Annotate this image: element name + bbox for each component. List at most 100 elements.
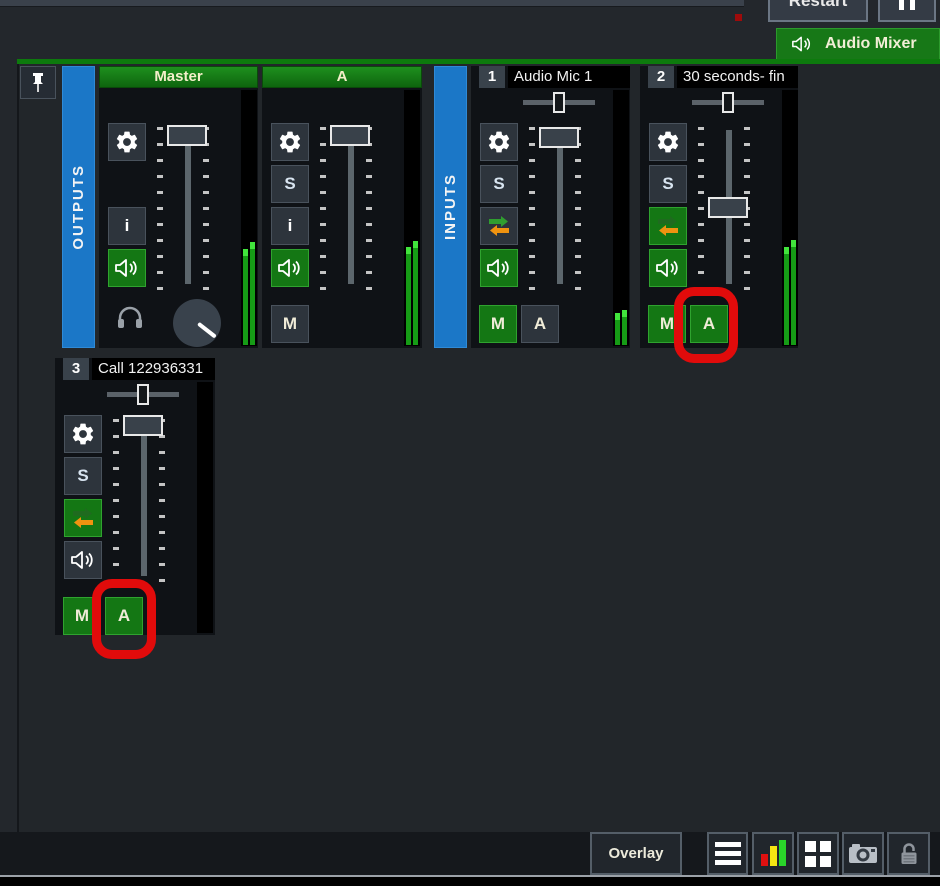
record-indicator-dot bbox=[735, 14, 742, 21]
input-1-number: 1 bbox=[479, 66, 505, 88]
meter-bar-right bbox=[250, 242, 255, 345]
input-1-volume-fader[interactable] bbox=[539, 127, 579, 148]
input-2-volume-fader[interactable] bbox=[708, 197, 748, 218]
gear-icon bbox=[114, 129, 140, 155]
fader-ticks bbox=[575, 127, 581, 297]
input-1-swap-button[interactable] bbox=[480, 207, 518, 245]
pause-icon bbox=[899, 0, 904, 10]
headphone-volume-knob[interactable] bbox=[173, 299, 221, 347]
bus-a-info-button[interactable]: i bbox=[271, 207, 309, 245]
input-3-balance-slider[interactable] bbox=[137, 384, 149, 405]
camera-icon bbox=[848, 842, 878, 866]
fader-ticks bbox=[320, 127, 326, 297]
input-1-speaker-button[interactable] bbox=[480, 249, 518, 287]
fader-ticks bbox=[113, 419, 119, 589]
master-mute-button[interactable] bbox=[108, 249, 146, 287]
input-3-settings-button[interactable] bbox=[64, 415, 102, 453]
highlight-ring-input-3-bus-a bbox=[92, 579, 156, 659]
menu-icon bbox=[715, 842, 741, 847]
input-2-balance-slider[interactable] bbox=[722, 92, 734, 113]
fader-ticks bbox=[157, 127, 163, 297]
pause-button[interactable] bbox=[878, 0, 936, 22]
lock-button[interactable] bbox=[887, 832, 930, 875]
meter-bar-right bbox=[622, 310, 627, 345]
input-1-bus-a-button[interactable]: A bbox=[521, 305, 559, 343]
input-2-swap-button[interactable] bbox=[649, 207, 687, 245]
multiview-button[interactable] bbox=[797, 832, 839, 875]
master-settings-button[interactable] bbox=[108, 123, 146, 161]
inputs-label: INPUTS bbox=[442, 173, 459, 240]
mixer-strip-input-1: 1 Audio Mic 1 S M A bbox=[471, 66, 630, 348]
input-2-level-meter bbox=[782, 90, 798, 346]
restart-label: Restart bbox=[789, 0, 848, 11]
outputs-section-bar: OUTPUTS bbox=[62, 66, 95, 348]
bus-a-volume-fader[interactable] bbox=[330, 125, 370, 146]
input-1-level-meter bbox=[613, 90, 629, 346]
bus-a-settings-button[interactable] bbox=[271, 123, 309, 161]
overlay-label: Overlay bbox=[608, 845, 663, 862]
input-3-speaker-button[interactable] bbox=[64, 541, 102, 579]
headphones-icon[interactable] bbox=[115, 305, 145, 331]
input-2-number: 2 bbox=[648, 66, 674, 88]
fader-ticks bbox=[159, 419, 165, 589]
input-1-settings-button[interactable] bbox=[480, 123, 518, 161]
input-2-settings-button[interactable] bbox=[649, 123, 687, 161]
knob-indicator bbox=[197, 322, 217, 339]
input-2-speaker-button[interactable] bbox=[649, 249, 687, 287]
input-1-balance-slider[interactable] bbox=[553, 92, 565, 113]
input-1-solo-button[interactable]: S bbox=[480, 165, 518, 203]
outputs-label: OUTPUTS bbox=[70, 164, 87, 250]
meter-bar-right bbox=[791, 240, 796, 345]
gear-icon bbox=[70, 421, 96, 447]
fader-track bbox=[348, 130, 354, 284]
master-volume-fader[interactable] bbox=[167, 125, 207, 146]
bus-a-speaker-button[interactable] bbox=[271, 249, 309, 287]
bottom-black-strip bbox=[0, 877, 940, 886]
fader-ticks bbox=[203, 127, 209, 297]
speaker-icon bbox=[791, 34, 813, 54]
input-3-title[interactable]: Call 122936331 bbox=[92, 358, 215, 380]
bus-a-title[interactable]: A bbox=[262, 66, 422, 88]
master-title[interactable]: Master bbox=[99, 66, 258, 88]
gear-icon bbox=[277, 129, 303, 155]
input-3-solo-button[interactable]: S bbox=[64, 457, 102, 495]
fader-ticks bbox=[698, 127, 704, 297]
input-1-mute-button[interactable]: M bbox=[479, 305, 517, 343]
snapshot-button[interactable] bbox=[842, 832, 884, 875]
master-info-button[interactable]: i bbox=[108, 207, 146, 245]
tab-audio-mixer[interactable]: Audio Mixer bbox=[776, 28, 940, 59]
pin-panel-button[interactable] bbox=[20, 66, 56, 99]
fader-ticks bbox=[366, 127, 372, 297]
bus-a-mute-button[interactable]: M bbox=[271, 305, 309, 343]
fader-track bbox=[557, 130, 563, 284]
input-2-solo-button[interactable]: S bbox=[649, 165, 687, 203]
audio-meter-icon bbox=[761, 854, 768, 866]
input-3-volume-fader[interactable] bbox=[123, 415, 163, 436]
speaker-icon bbox=[655, 256, 681, 280]
swap-arrows-icon bbox=[486, 214, 512, 238]
menu-button[interactable] bbox=[707, 832, 748, 875]
bus-a-solo-button[interactable]: S bbox=[271, 165, 309, 203]
audio-mixer-tab-label: Audio Mixer bbox=[825, 35, 917, 53]
meter-bar-right bbox=[413, 241, 418, 345]
swap-arrows-icon bbox=[655, 214, 681, 238]
restart-button[interactable]: Restart bbox=[768, 0, 868, 22]
meter-bar-left bbox=[784, 247, 789, 345]
input-1-title[interactable]: Audio Mic 1 bbox=[508, 66, 630, 88]
speaker-icon bbox=[277, 256, 303, 280]
audio-meters-button[interactable] bbox=[752, 832, 794, 875]
input-3-level-meter bbox=[197, 382, 213, 633]
bus-a-level-meter bbox=[404, 90, 420, 346]
gear-icon bbox=[486, 129, 512, 155]
input-3-swap-button[interactable] bbox=[64, 499, 102, 537]
input-2-title[interactable]: 30 seconds- fin bbox=[677, 66, 798, 88]
inputs-section-bar: INPUTS bbox=[434, 66, 467, 348]
mixer-strip-bus-a: A S i M bbox=[262, 66, 422, 348]
fader-track bbox=[141, 422, 147, 576]
master-level-meter bbox=[241, 90, 257, 346]
pushpin-icon bbox=[30, 72, 46, 93]
overlay-button[interactable]: Overlay bbox=[590, 832, 682, 875]
top-toolbar-strip bbox=[0, 0, 744, 7]
meter-bar-left bbox=[615, 313, 620, 345]
highlight-ring-input-2-bus-a bbox=[674, 287, 738, 363]
